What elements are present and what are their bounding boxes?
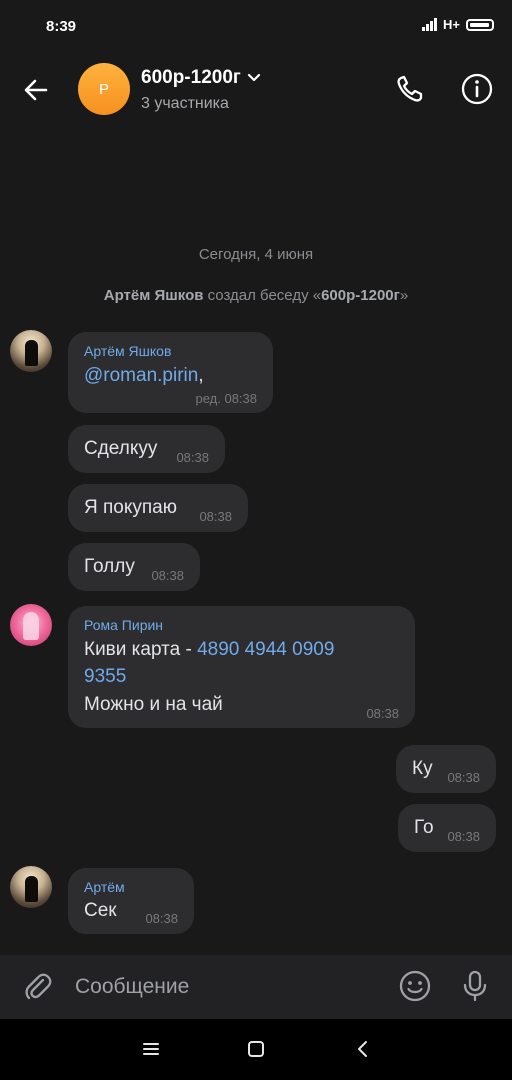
message-bubble[interactable]: Я покупаю 08:38 <box>68 484 248 532</box>
message-text: Го <box>414 817 434 838</box>
menu-icon[interactable] <box>139 1037 163 1061</box>
chat-title[interactable]: 600р-1200г <box>141 67 261 89</box>
service-chat-name: 600р-1200г <box>321 287 400 304</box>
service-actor[interactable]: Артём Яшков <box>104 287 204 304</box>
system-navigation-bar <box>0 1019 512 1080</box>
card-number-link[interactable]: 4890 4944 0909 <box>197 639 334 660</box>
message-composer: Сообщение <box>0 955 512 1019</box>
status-time: 8:39 <box>46 18 77 35</box>
chat-member-count: 3 участника <box>141 95 229 112</box>
paperclip-icon[interactable] <box>22 971 54 1003</box>
message-input[interactable]: Сообщение <box>75 975 189 999</box>
message-text: Голлу <box>84 556 135 577</box>
message-text: Киви карта - 4890 4944 0909 <box>84 636 404 664</box>
service-action: создал беседу « <box>203 287 322 304</box>
message-bubble[interactable]: Сделкуу 08:38 <box>68 425 225 473</box>
message-sender[interactable]: Артём Яшков <box>84 343 171 359</box>
mention-link[interactable]: @roman.pirin <box>84 365 198 386</box>
message-time: 08:38 <box>145 911 178 926</box>
message-sender[interactable]: Рома Пирин <box>84 617 163 633</box>
message-sender[interactable]: Артём <box>84 879 125 895</box>
card-number-link[interactable]: 9355 <box>84 663 126 691</box>
chat-title-text: 600р-1200г <box>141 67 241 88</box>
status-icons: H+ <box>422 17 494 32</box>
message-text: Я покупаю <box>84 497 177 518</box>
message-text: Можно и на чай <box>84 694 223 715</box>
message-bubble[interactable]: Ку 08:38 <box>396 745 496 793</box>
message-text: @roman.pirin, <box>84 362 204 390</box>
message-bubble[interactable]: Рома Пирин Киви карта - 4890 4944 0909 9… <box>68 606 415 728</box>
service-message: Артём Яшков создал беседу «600р-1200г» <box>0 287 512 304</box>
message-bubble[interactable]: Голлу 08:38 <box>68 543 200 591</box>
message-time: 08:38 <box>447 770 480 785</box>
message-bubble[interactable]: Артём Яшков @roman.pirin, ред. 08:38 <box>68 332 273 413</box>
service-close: » <box>399 287 409 304</box>
back-triangle-icon[interactable] <box>351 1037 375 1061</box>
avatar[interactable] <box>10 330 52 372</box>
chevron-down-icon <box>247 73 260 82</box>
phone-icon[interactable] <box>393 72 427 106</box>
chat-header: Р 600р-1200г 3 участника <box>0 50 512 130</box>
message-time: 08:38 <box>151 568 184 583</box>
signal-icon <box>422 18 438 31</box>
date-separator: Сегодня, 4 июня <box>198 246 314 263</box>
info-icon[interactable] <box>460 72 494 106</box>
home-square-icon[interactable] <box>244 1037 268 1061</box>
avatar[interactable] <box>10 604 52 646</box>
card-number-continuation[interactable]: 9355 <box>84 666 126 687</box>
message-time: 08:38 <box>447 829 480 844</box>
avatar[interactable] <box>10 866 52 908</box>
status-bar: 8:39 H+ <box>0 0 512 50</box>
chat-avatar[interactable]: Р <box>78 63 130 115</box>
message-time: 08:38 <box>199 509 232 524</box>
back-arrow-icon[interactable] <box>20 74 52 106</box>
network-type: H+ <box>443 17 460 32</box>
emoji-icon[interactable] <box>398 969 432 1003</box>
message-text: Сек <box>84 900 117 921</box>
message-time: ред. 08:38 <box>195 391 257 406</box>
message-text-tail: , <box>198 365 204 386</box>
message-time: 08:38 <box>176 450 209 465</box>
message-bubble[interactable]: Артём Сек 08:38 <box>68 868 194 934</box>
message-bubble[interactable]: Го 08:38 <box>398 804 496 852</box>
message-text: Сделкуу <box>84 438 158 459</box>
message-time: 08:38 <box>366 706 399 721</box>
message-text-prefix: Киви карта - <box>84 639 198 660</box>
battery-icon <box>466 18 494 31</box>
microphone-icon[interactable] <box>460 969 490 1003</box>
message-text: Ку <box>412 758 433 779</box>
